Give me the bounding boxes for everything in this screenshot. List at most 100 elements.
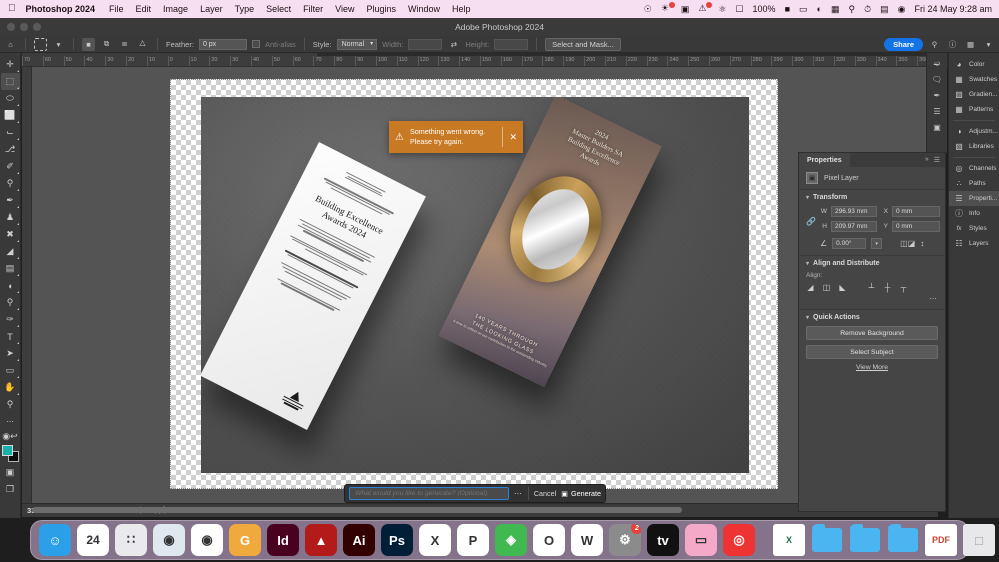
menu-image[interactable]: Image xyxy=(163,4,188,14)
dodge-tool[interactable]: ⚲ xyxy=(1,294,20,311)
history-panel-icon[interactable]: ➫ xyxy=(929,55,946,71)
screen-mode-icon[interactable]: ❐ xyxy=(1,481,20,498)
eyedropper-tool[interactable]: ✐ xyxy=(1,158,20,175)
move-tool[interactable]: ✛ xyxy=(1,56,20,73)
gradient-tool[interactable]: ▤ xyxy=(1,260,20,277)
minimize-window-button[interactable] xyxy=(20,23,28,31)
dock-folder-1[interactable] xyxy=(811,524,843,556)
dock-app-powerpoint[interactable]: P xyxy=(457,524,489,556)
adjustments-icon[interactable]: ☰ xyxy=(929,103,946,119)
menu-select[interactable]: Select xyxy=(266,4,291,14)
frame-tool[interactable]: ⎇ xyxy=(1,141,20,158)
dock-app-safari[interactable]: ◉ xyxy=(153,524,185,556)
clone-source-icon[interactable]: ▣ xyxy=(929,119,946,135)
cancel-button[interactable]: Cancel xyxy=(534,489,556,498)
add-to-selection-icon[interactable]: ⧉ xyxy=(100,38,113,51)
marquee-tool-icon[interactable] xyxy=(34,38,47,51)
notification-icon[interactable]: ☀ xyxy=(661,4,672,14)
battery-percent[interactable]: 100% xyxy=(753,5,776,14)
swap-width-height-icon[interactable]: ⇄ xyxy=(447,38,460,51)
default-colors-icon[interactable]: ◉↩ xyxy=(1,430,20,443)
menu-filter[interactable]: Filter xyxy=(303,4,323,14)
eraser-tool[interactable]: ◢ xyxy=(1,243,20,260)
wifi-icon[interactable]: ◐ xyxy=(817,5,822,14)
dock-app-outlook[interactable]: O xyxy=(533,524,565,556)
dock-app-creative-cloud[interactable]: ◎ xyxy=(723,524,755,556)
menu-layer[interactable]: Layer xyxy=(200,4,223,14)
feather-input[interactable]: 0 px xyxy=(199,39,247,50)
view-more-link[interactable]: View More xyxy=(806,364,938,371)
dock-app-excel[interactable]: X xyxy=(419,524,451,556)
rectangle-tool[interactable]: ▭ xyxy=(1,362,20,379)
menu-view[interactable]: View xyxy=(335,4,354,14)
select-subject-button[interactable]: Select Subject xyxy=(806,345,938,359)
flip-horizontal-icon[interactable]: ◫◪ xyxy=(900,239,915,248)
dock-app-indesign[interactable]: Id xyxy=(267,524,299,556)
remove-background-button[interactable]: Remove Background xyxy=(806,326,938,340)
search-icon[interactable]: ⚲ xyxy=(928,38,941,51)
quick-mask-icon[interactable]: ▣ xyxy=(1,464,20,481)
align-middle-vertical-icon[interactable]: ┼ xyxy=(883,283,892,292)
tab-properties[interactable]: Properties xyxy=(799,153,850,167)
dock-item-layers[interactable]: ☷ Layers xyxy=(949,236,999,251)
chevron-down-icon[interactable]: ▾ xyxy=(806,194,809,201)
menu-help[interactable]: Help xyxy=(452,4,471,14)
dock-item-channels[interactable]: ◎ Channels xyxy=(949,161,999,176)
battery-icon[interactable]: ■ xyxy=(785,5,790,14)
close-window-button[interactable] xyxy=(7,23,15,31)
siri-icon[interactable]: ◉ xyxy=(898,5,906,14)
new-selection-icon[interactable]: ■ xyxy=(82,38,95,51)
dock-item-adjustments[interactable]: ◑ Adjustm... xyxy=(949,124,999,139)
bluetooth-icon[interactable]: ⚛ xyxy=(718,5,726,14)
dock-app-launchpad[interactable]: ∷ xyxy=(115,524,147,556)
menu-type[interactable]: Type xyxy=(235,4,255,14)
help-icon[interactable]: ⓘ xyxy=(946,38,959,51)
airplay-icon[interactable]: ▤ xyxy=(880,5,889,14)
x-position-input[interactable]: 0 mm xyxy=(892,206,940,217)
dock-item-info[interactable]: ⓘ Info xyxy=(949,206,999,221)
rotation-angle-input[interactable]: 0.00° xyxy=(832,238,866,249)
spotlight-search-icon[interactable]: ⚲ xyxy=(848,5,855,14)
dock-item-properties[interactable]: ☰ Properti... xyxy=(949,191,999,206)
link-icon[interactable]: 🔗 xyxy=(806,217,815,226)
dock-folder-3[interactable] xyxy=(887,524,919,556)
dock-item-swatches[interactable]: ▦ Swatches xyxy=(949,72,999,87)
width-input[interactable] xyxy=(408,39,442,50)
crop-tool[interactable]: ⌙ xyxy=(1,124,20,141)
select-and-mask-button[interactable]: Select and Mask... xyxy=(545,38,621,51)
comments-panel-icon[interactable]: 🗨 xyxy=(929,71,946,87)
control-center-icon[interactable]: ▦ xyxy=(831,5,840,14)
dock-item-styles[interactable]: fx Styles xyxy=(949,221,999,236)
align-right-icon[interactable]: ◣ xyxy=(838,283,847,292)
anti-alias-checkbox[interactable] xyxy=(252,40,260,48)
generate-button[interactable]: ▣ Generate xyxy=(561,489,601,498)
display-icon[interactable]: ▭ xyxy=(799,5,808,14)
panel-menu-icon[interactable]: ☰ xyxy=(934,156,940,164)
y-position-input[interactable]: 0 mm xyxy=(892,221,940,232)
dock-app-screen-sharing[interactable]: ▭ xyxy=(685,524,717,556)
dock-app-illustrator[interactable]: Ai xyxy=(343,524,375,556)
dock-item-color[interactable]: ◕ Color xyxy=(949,57,999,72)
layer-1-photo[interactable]: Building Excellence Awards 2024 xyxy=(201,97,749,473)
brush-settings-icon[interactable]: ✒ xyxy=(929,87,946,103)
align-center-horizontal-icon[interactable]: ◫ xyxy=(822,283,831,292)
color-swatches[interactable] xyxy=(1,445,20,464)
collapse-icon[interactable]: » xyxy=(925,156,929,164)
intersect-selection-icon[interactable]: ⧊ xyxy=(136,38,149,51)
chevron-down-icon[interactable]: ▾ xyxy=(806,314,809,321)
dock-item-libraries[interactable]: ▧ Libraries xyxy=(949,139,999,154)
align-left-icon[interactable]: ◢ xyxy=(806,283,815,292)
dock-app-word[interactable]: W xyxy=(571,524,603,556)
more-align-options-icon[interactable]: ⋯ xyxy=(806,294,938,303)
style-select[interactable]: Normal xyxy=(337,39,378,50)
subtract-from-selection-icon[interactable]: ⧈ xyxy=(118,38,131,51)
home-icon[interactable]: ⌂ xyxy=(4,38,17,51)
active-app-name[interactable]: Photoshop 2024 xyxy=(26,4,96,14)
pen-tool[interactable]: ✑ xyxy=(1,311,20,328)
edit-toolbar-icon[interactable]: ⋯ xyxy=(1,413,20,430)
dropbox-icon[interactable]: ▣ xyxy=(681,5,690,14)
history-brush-tool[interactable]: ✖ xyxy=(1,226,20,243)
dock-app-calendar[interactable]: 24 xyxy=(77,524,109,556)
dock-app-app-green[interactable]: ◈ xyxy=(495,524,527,556)
menu-plugins[interactable]: Plugins xyxy=(366,4,396,14)
